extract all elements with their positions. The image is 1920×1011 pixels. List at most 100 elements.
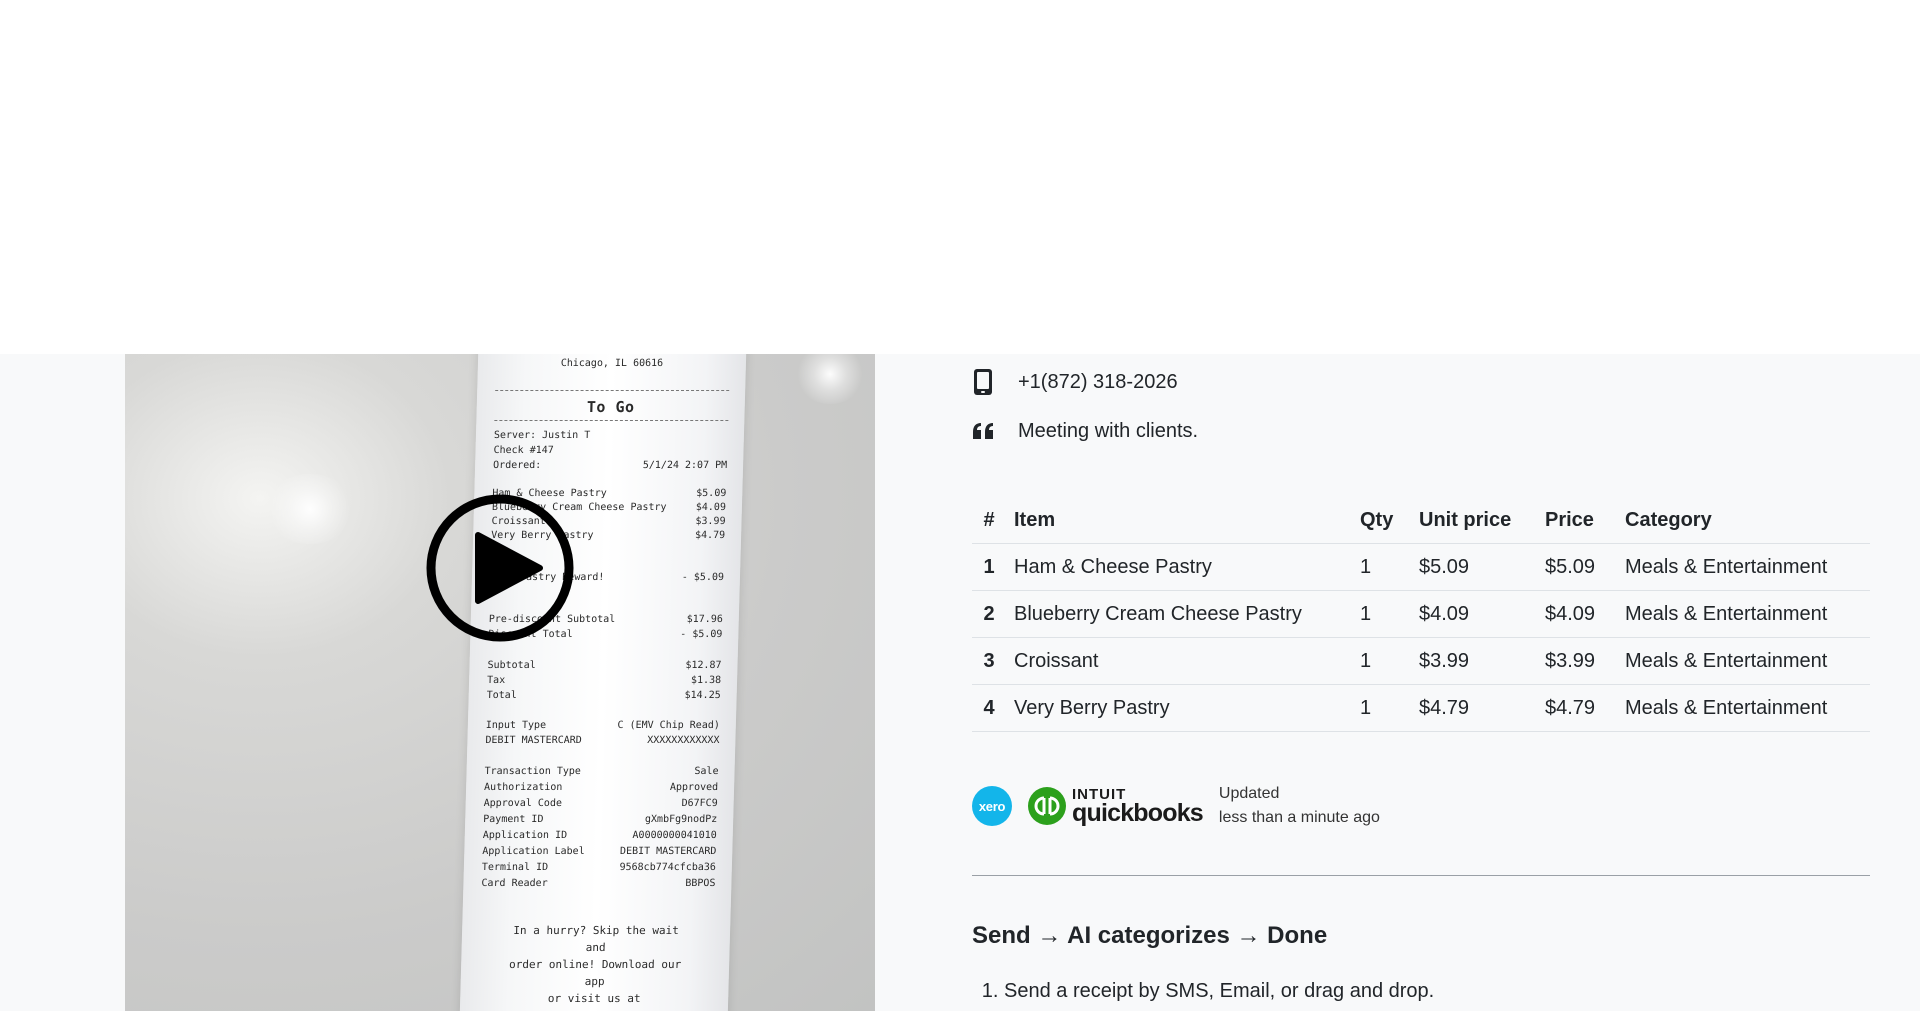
receipt-ordered-label: Ordered: xyxy=(492,460,542,471)
steps-title: Send → AI categorizes → Done xyxy=(972,922,1328,949)
receipt-txn-value: gXmbFg9nodPz xyxy=(644,814,718,825)
receipt-txn-value: D67FC9 xyxy=(681,798,718,809)
sync-status: Updated less than a minute ago xyxy=(1219,782,1380,830)
receipt-order-type: To Go xyxy=(586,398,635,416)
receipt-txn-name: Terminal ID xyxy=(481,862,549,873)
receipt-server: Server: Justin T xyxy=(493,430,591,441)
receipt-txn-name: Application Label xyxy=(482,846,585,857)
receipt-address: Chicago, IL 60616 xyxy=(560,358,664,369)
row-number: 2 xyxy=(972,590,1006,638)
quickbooks-logo: INTUIT quickbooks xyxy=(1028,787,1204,827)
row-unit-price: $4.79 xyxy=(1411,684,1537,732)
quote-icon xyxy=(972,417,994,445)
receipt-line-price: $4.79 xyxy=(694,530,726,541)
row-price: $4.09 xyxy=(1537,590,1617,638)
row-unit-price: $5.09 xyxy=(1411,543,1537,591)
receipt-input-type-value: C (EMV Chip Read) xyxy=(617,720,720,731)
steps-list: Send a receipt by SMS, Email, or drag an… xyxy=(972,980,1434,1003)
receipt-txn-value: BBPOS xyxy=(685,878,716,889)
row-item: Blueberry Cream Cheese Pastry xyxy=(1006,590,1352,638)
top-blank-area xyxy=(0,0,1920,354)
receipt-discount-price: - $5.09 xyxy=(680,629,723,640)
col-header-item: Item xyxy=(1006,497,1352,544)
receipt-ordered-value: 5/1/24 2:07 PM xyxy=(642,460,728,471)
row-qty: 1 xyxy=(1352,543,1411,591)
receipt-footer-line: or visit us at xyxy=(547,992,641,1005)
row-item: Very Berry Pastry xyxy=(1006,684,1352,732)
row-qty: 1 xyxy=(1352,590,1411,638)
receipt-divider xyxy=(495,390,730,391)
receipt-subtotal-name: Subtotal xyxy=(487,660,536,671)
sync-status-label: Updated xyxy=(1218,785,1280,802)
receipt-txn-name: Payment ID xyxy=(483,814,544,825)
receipt-footer-line: and xyxy=(585,941,606,954)
row-category: Meals & Entertainment xyxy=(1617,684,1870,732)
receipt-line-price: $5.09 xyxy=(696,488,727,499)
phone-icon xyxy=(972,368,994,396)
line-items-table: # Item Qty Unit price Price Category 1 H… xyxy=(972,497,1870,732)
receipt-tax-name: Tax xyxy=(486,675,506,686)
receipt-video[interactable]: Chicago, IL 60616 To Go Server: Justin T… xyxy=(125,354,875,1011)
col-header-price: Price xyxy=(1537,497,1617,544)
receipt-txn-value: Sale xyxy=(694,766,719,777)
light-glare xyxy=(265,474,355,544)
phone-row: +1(872) 318-2026 xyxy=(972,368,1178,396)
col-header-unit-price: Unit price xyxy=(1411,497,1537,544)
row-price: $4.79 xyxy=(1537,684,1617,732)
section-divider xyxy=(972,875,1870,876)
row-price: $5.09 xyxy=(1537,543,1617,591)
receipt-card-value: XXXXXXXXXXXX xyxy=(647,735,720,746)
receipt-footer-line: order online! Download our xyxy=(508,958,682,971)
row-number: 3 xyxy=(972,637,1006,685)
row-item: Ham & Cheese Pastry xyxy=(1006,543,1352,591)
row-unit-price: $3.99 xyxy=(1411,637,1537,685)
table-row: 3 Croissant 1 $3.99 $3.99 Meals & Entert… xyxy=(972,637,1870,685)
receipt-txn-value: A0000000041010 xyxy=(632,830,717,841)
row-category: Meals & Entertainment xyxy=(1617,543,1870,591)
sync-status-time: less than a minute ago xyxy=(1218,809,1380,826)
receipt-txn-name: Authorization xyxy=(483,782,563,793)
col-header-qty: Qty xyxy=(1352,497,1411,544)
row-qty: 1 xyxy=(1352,684,1411,732)
receipt-txn-name: Transaction Type xyxy=(484,766,582,777)
table-row: 2 Blueberry Cream Cheese Pastry 1 $4.09 … xyxy=(972,590,1870,638)
receipt-paper: Chicago, IL 60616 To Go Server: Justin T… xyxy=(458,354,748,1011)
receipt-footer-line: In a hurry? Skip the wait xyxy=(513,924,680,937)
receipt-txn-name: Card Reader xyxy=(481,878,548,889)
col-header-number: # xyxy=(972,497,1006,544)
phone-number: +1(872) 318-2026 xyxy=(1018,370,1178,393)
table-header-row: # Item Qty Unit price Price Category xyxy=(972,497,1870,544)
row-item: Croissant xyxy=(1006,637,1352,685)
play-button[interactable] xyxy=(425,493,575,643)
xero-logo: xero xyxy=(972,786,1012,826)
quickbooks-icon xyxy=(1028,787,1066,825)
row-number: 4 xyxy=(972,684,1006,732)
receipt-txn-value: 9568cb774cfcba36 xyxy=(619,862,717,873)
receipt-card-name: DEBIT MASTERCARD xyxy=(485,735,582,746)
note-text: Meeting with clients. xyxy=(1018,419,1199,442)
row-price: $3.99 xyxy=(1537,637,1617,685)
quickbooks-name-text: quickbooks xyxy=(1072,798,1204,827)
receipt-txn-value: DEBIT MASTERCARD xyxy=(619,846,717,857)
step-item: Send a receipt by SMS, Email, or drag an… xyxy=(1004,980,1434,1003)
table-row: 4 Very Berry Pastry 1 $4.79 $4.79 Meals … xyxy=(972,684,1870,732)
row-qty: 1 xyxy=(1352,637,1411,685)
row-unit-price: $4.09 xyxy=(1411,590,1537,638)
col-header-category: Category xyxy=(1617,497,1870,544)
receipt-line-price: $3.99 xyxy=(695,516,726,527)
receipt-total-name: Total xyxy=(486,690,517,701)
receipt-footer-line: app xyxy=(584,975,605,988)
receipt-prediscount-price: $17.96 xyxy=(686,614,723,625)
receipt-check: Check #147 xyxy=(493,445,554,456)
receipt-txn-name: Approval Code xyxy=(483,798,563,809)
receipt-divider xyxy=(494,420,729,421)
receipt-txn-value: Approved xyxy=(669,782,719,793)
receipt-subtotal-price: $12.87 xyxy=(685,660,722,671)
table-row: 1 Ham & Cheese Pastry 1 $5.09 $5.09 Meal… xyxy=(972,543,1870,591)
receipt-total-price: $14.25 xyxy=(684,690,721,701)
receipt-txn-name: Application ID xyxy=(482,830,568,841)
light-glare xyxy=(795,354,865,404)
row-category: Meals & Entertainment xyxy=(1617,637,1870,685)
integrations-row: xero INTUIT quickbooks Updated less than… xyxy=(972,782,1380,830)
receipt-tax-price: $1.38 xyxy=(690,675,722,686)
